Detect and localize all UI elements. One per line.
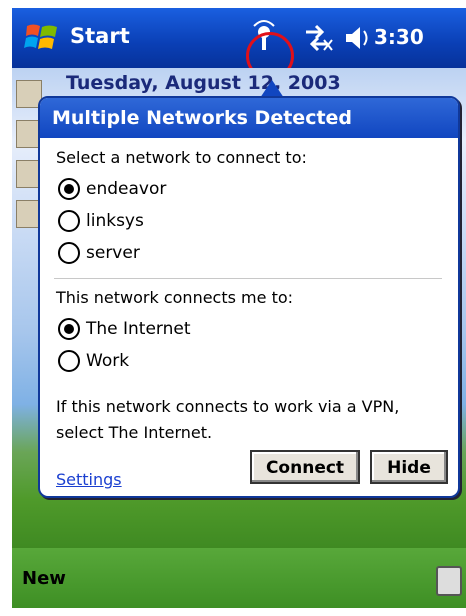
destination-option-work[interactable]: Work	[58, 350, 129, 372]
network-option-linksys[interactable]: linksys	[58, 210, 144, 232]
dialog-title: Multiple Networks Detected	[40, 98, 458, 138]
network-option-endeavor[interactable]: endeavor	[58, 178, 166, 200]
connects-to-prompt: This network connects me to:	[56, 288, 294, 307]
destination-option-label: The Internet	[86, 319, 191, 339]
networks-dialog: Multiple Networks Detected Select a netw…	[38, 96, 460, 498]
today-date[interactable]: Tuesday, August 12, 2003	[66, 72, 341, 94]
windows-flag-icon[interactable]	[24, 20, 60, 56]
navigation-bar: Start 3:30	[12, 8, 466, 80]
volume-icon[interactable]	[346, 27, 368, 49]
radio-unselected-icon[interactable]	[58, 210, 80, 232]
destination-option-label: Work	[86, 351, 130, 371]
radio-unselected-icon[interactable]	[58, 350, 80, 372]
menu-bar: New	[12, 548, 466, 608]
radio-unselected-icon[interactable]	[58, 242, 80, 264]
select-network-prompt: Select a network to connect to:	[56, 148, 307, 167]
settings-link[interactable]: Settings	[56, 470, 122, 489]
hide-button[interactable]: Hide	[370, 450, 448, 484]
network-option-label: endeavor	[86, 179, 167, 199]
network-option-server[interactable]: server	[58, 242, 140, 264]
radio-selected-icon[interactable]	[58, 318, 80, 340]
new-button[interactable]: New	[22, 568, 66, 589]
device-frame: Start 3:30 Tuesday, August 12, 2003 Mult…	[0, 0, 466, 616]
start-menu-label[interactable]: Start	[70, 24, 130, 48]
clock[interactable]: 3:30	[374, 25, 424, 49]
destination-option-internet[interactable]: The Internet	[58, 318, 191, 340]
divider	[54, 278, 442, 279]
vpn-note: If this network connects to work via a V…	[56, 397, 400, 442]
radio-selected-icon[interactable]	[58, 178, 80, 200]
connect-button[interactable]: Connect	[250, 450, 360, 484]
pocketpc-screen: Start 3:30 Tuesday, August 12, 2003 Mult…	[12, 8, 466, 608]
network-option-label: server	[86, 243, 140, 263]
network-option-label: linksys	[86, 211, 144, 231]
keyboard-icon[interactable]	[436, 566, 462, 596]
